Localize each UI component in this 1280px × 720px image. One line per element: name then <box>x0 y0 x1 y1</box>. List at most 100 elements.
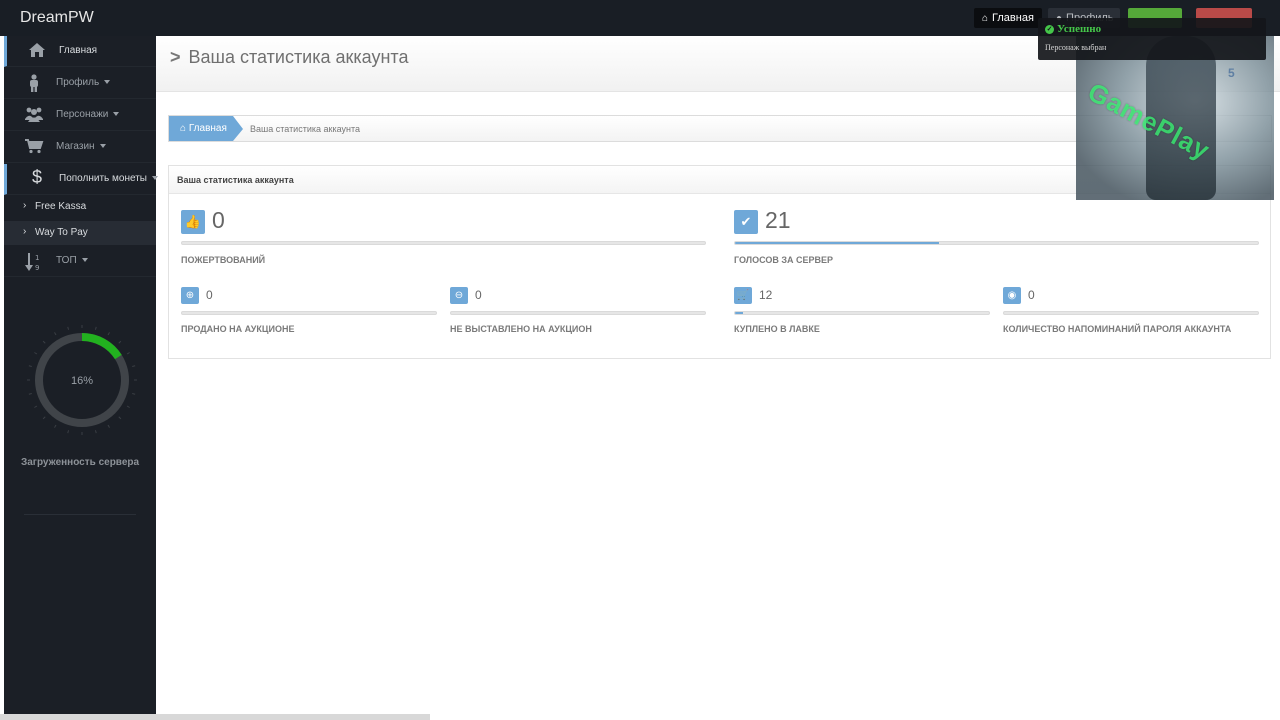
gauge-tick <box>67 430 70 434</box>
stat-progress-bar <box>734 241 1259 245</box>
gauge-tick <box>34 405 38 408</box>
gauge-tick <box>42 416 46 420</box>
sidebar-item-label: ТОП <box>56 255 88 266</box>
breadcrumb-current: Ваша статистика аккаунта <box>250 124 360 134</box>
sidebar-subitem-free-kassa[interactable]: › Free Kassa <box>4 195 156 219</box>
chevron-right-icon: › <box>23 226 27 237</box>
sidebar-subitem-label: Free Kassa <box>35 201 87 212</box>
svg-text:1: 1 <box>35 254 39 262</box>
gauge-tick <box>28 365 32 368</box>
sidebar: Главная Профиль Персонажи Магазин $ Попо… <box>4 36 158 720</box>
user-icon <box>24 74 44 92</box>
toast-message: Персонаж выбран <box>1045 43 1107 52</box>
sort-numeric-icon: 19 <box>24 252 44 272</box>
panel-title: Ваша статистика аккаунта <box>177 175 294 185</box>
sidebar-item-profile[interactable]: Профиль <box>4 68 156 99</box>
top-home-button[interactable]: ⌂ Главная <box>974 8 1042 28</box>
server-load-label: Загруженность сервера <box>20 457 140 468</box>
gauge-tick <box>107 424 110 428</box>
svg-text:9: 9 <box>35 264 39 272</box>
sidebar-divider <box>24 514 136 515</box>
breadcrumb-arrow <box>233 116 243 141</box>
check-icon: ✔ <box>734 210 758 234</box>
gauge-tick <box>126 405 130 408</box>
gauge-tick <box>94 430 97 434</box>
caret-down-icon <box>99 144 106 149</box>
sidebar-item-label: Магазин <box>56 141 106 152</box>
gauge-tick <box>126 352 130 355</box>
server-load-gauge: 16% <box>27 325 137 435</box>
stat-progress-bar <box>1003 311 1259 315</box>
eye-icon: ◉ <box>1003 287 1021 304</box>
toast-title-text: Успешно <box>1057 23 1102 35</box>
gauge-tick <box>132 365 136 368</box>
stat-label: КУПЛЕНО В ЛАВКЕ <box>734 324 820 334</box>
stat-progress-bar <box>450 311 706 315</box>
chevron-right-icon: > <box>170 47 181 67</box>
gauge-tick <box>42 340 46 344</box>
sidebar-item-label: Главная <box>59 45 98 56</box>
caret-down-icon <box>81 258 88 263</box>
plus-circle-icon: ⊕ <box>181 287 199 304</box>
watermark-number: 5 <box>1228 66 1235 80</box>
caret-down-icon <box>104 80 111 85</box>
success-toast[interactable]: ✓ Успешно Персонаж выбран <box>1038 18 1266 60</box>
users-icon <box>24 106 44 124</box>
caret-down-icon <box>151 176 158 181</box>
check-circle-icon: ✓ <box>1045 24 1054 34</box>
gauge-tick <box>107 332 110 336</box>
gauge-tick <box>54 424 57 428</box>
chevron-right-icon: › <box>23 200 27 211</box>
stat-progress-fill <box>735 242 939 244</box>
channel-watermark-image: GamePlay 5 <box>1076 36 1274 200</box>
cart-icon: 🛒 <box>734 287 752 304</box>
breadcrumb-home[interactable]: ⌂ Главная <box>169 116 233 141</box>
home-icon: ⌂ <box>982 13 989 24</box>
gauge-tick <box>118 416 122 420</box>
stat-label: КОЛИЧЕСТВО НАПОМИНАНИЙ ПАРОЛЯ АККАУНТА <box>1003 324 1232 334</box>
stat-label: НЕ ВЫСТАВЛЕНО НА АУКЦИОН <box>450 324 592 334</box>
stat-value: 0 <box>212 207 225 233</box>
stat-label: ГОЛОСОВ ЗА СЕРВЕР <box>734 255 833 265</box>
stat-label: ПОЖЕРТВОВАНИЙ <box>181 255 266 265</box>
sidebar-subitem-label: Way To Pay <box>35 227 88 238</box>
sidebar-item-shop[interactable]: Магазин <box>4 132 156 163</box>
gauge-tick <box>54 332 57 336</box>
toast-title: ✓ Успешно <box>1045 23 1101 35</box>
gauge-tick <box>94 326 97 330</box>
caret-down-icon <box>113 112 120 117</box>
stat-value: 0 <box>1028 288 1035 302</box>
brand-logo[interactable]: DreamPW <box>20 9 94 27</box>
horizontal-scrollbar[interactable] <box>0 714 430 720</box>
page-title-text: Ваша статистика аккаунта <box>188 47 409 67</box>
sidebar-item-label: Персонажи <box>56 109 120 120</box>
gauge-tick <box>34 352 38 355</box>
gauge-tick <box>132 392 136 395</box>
server-load-value: 16% <box>71 375 93 387</box>
stat-progress-bar <box>734 311 990 315</box>
sidebar-item-characters[interactable]: Персонажи <box>4 100 156 131</box>
stat-progress-fill <box>735 312 743 314</box>
sidebar-item-label: Пополнить монеты <box>59 173 158 184</box>
home-icon: ⌂ <box>180 123 189 134</box>
sidebar-item-label: Профиль <box>56 77 111 88</box>
cart-icon <box>24 138 44 156</box>
stat-progress-bar <box>181 241 706 245</box>
stat-progress-bar <box>181 311 437 315</box>
stat-value: 0 <box>475 288 482 302</box>
home-icon <box>27 42 47 60</box>
gauge-tick <box>28 392 32 395</box>
top-home-label: Главная <box>992 12 1034 24</box>
stat-value: 0 <box>206 288 213 302</box>
sidebar-item-top[interactable]: 19 ТОП <box>4 246 156 277</box>
sidebar-item-home[interactable]: Главная <box>4 36 156 67</box>
stat-value: 12 <box>759 288 773 302</box>
minus-circle-icon: ⊖ <box>450 287 468 304</box>
gauge-tick <box>67 326 70 330</box>
sidebar-subitem-way-to-pay[interactable]: › Way To Pay <box>4 221 156 245</box>
stat-label: ПРОДАНО НА АУКЦИОНЕ <box>181 324 295 334</box>
breadcrumb-home-label: Главная <box>188 123 227 134</box>
thumbs-up-icon: 👍 <box>181 210 205 234</box>
sidebar-item-topup[interactable]: $ Пополнить монеты <box>4 164 158 195</box>
dollar-icon: $ <box>31 167 42 187</box>
